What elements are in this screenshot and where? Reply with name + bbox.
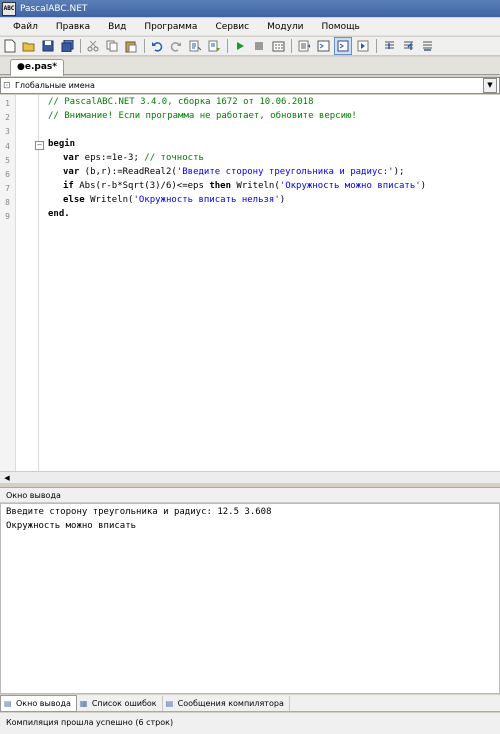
compile-icon[interactable] xyxy=(270,38,286,54)
menu-modules[interactable]: Модули xyxy=(258,22,312,32)
editor-tab-strip xyxy=(0,57,500,75)
window-title: PascalABC.NET xyxy=(20,3,88,14)
title-bar: ABC PascalABC.NET xyxy=(0,0,500,17)
replace-icon[interactable] xyxy=(206,38,222,54)
scroll-left-icon[interactable]: ◀ xyxy=(2,473,12,483)
scope-label: Глобальные имена xyxy=(15,81,95,90)
step-into-icon[interactable] xyxy=(381,38,397,54)
toolbar-separator xyxy=(80,39,81,53)
line-number: 3 xyxy=(5,127,10,136)
tab-e-pas[interactable]: ●e.pas* xyxy=(10,59,64,76)
code-line-9: end. xyxy=(48,209,70,219)
menu-view[interactable]: Вид xyxy=(99,22,135,32)
line-number-gutter xyxy=(0,95,16,471)
app-icon: ABC xyxy=(2,1,16,16)
line-number: 5 xyxy=(5,156,10,165)
code-line-4: begin xyxy=(48,139,76,149)
menu-help[interactable]: Помощь xyxy=(313,22,369,32)
terminal-icon[interactable] xyxy=(334,37,352,55)
line-number: 1 xyxy=(5,99,10,108)
output-line: Введите сторону треугольника и радиус: 1… xyxy=(6,507,272,517)
code-line-7: if Abs(r-b*Sqrt(3)/6)<=eps then Writeln(… xyxy=(63,181,427,191)
code-line-8: else Writeln('Окружность вписать нельзя'… xyxy=(63,195,286,205)
dropdown-arrow-icon[interactable]: ▼ xyxy=(483,78,497,93)
toolbar-separator xyxy=(376,39,377,53)
open-icon[interactable] xyxy=(21,38,37,54)
redo-icon[interactable] xyxy=(168,38,184,54)
output-icon: ▤ xyxy=(4,698,12,708)
line-number: 4 xyxy=(5,142,10,151)
tab-error-list[interactable]: ▦ Список ошибок xyxy=(77,695,163,711)
step-over-icon[interactable] xyxy=(419,38,435,54)
debug-icon[interactable] xyxy=(296,38,312,54)
output-panel[interactable]: Введите сторону треугольника и радиус: 1… xyxy=(0,503,500,694)
line-number: 9 xyxy=(5,212,10,221)
horizontal-scrollbar[interactable]: ◀ xyxy=(0,471,500,483)
toolbar-separator xyxy=(227,39,228,53)
tab-output[interactable]: ▤ Окно вывода xyxy=(0,694,77,712)
compiler-messages-icon: ▤ xyxy=(165,698,174,708)
toolbar-separator xyxy=(291,39,292,53)
stop-icon[interactable] xyxy=(251,38,267,54)
scope-icon: ⊡ xyxy=(3,80,11,91)
tab-error-list-label: Список ошибок xyxy=(91,698,157,708)
line-number: 8 xyxy=(5,198,10,207)
line-number: 7 xyxy=(5,184,10,193)
save-all-icon[interactable] xyxy=(59,38,75,54)
status-bar: Компиляция прошла успешно (6 строк) xyxy=(0,713,500,734)
save-icon[interactable] xyxy=(40,38,56,54)
output-panel-header: Окно вывода xyxy=(0,487,500,503)
cut-icon[interactable] xyxy=(85,38,101,54)
menu-bar: Файл Правка Вид Программа Сервис Модули … xyxy=(0,18,500,36)
tab-compiler-messages-label: Сообщения компилятора xyxy=(177,698,284,708)
code-editor[interactable] xyxy=(0,95,500,471)
menu-file[interactable]: Файл xyxy=(4,22,47,32)
menu-program[interactable]: Программа xyxy=(135,22,206,32)
code-line-2: // Внимание! Если программа не работает,… xyxy=(48,111,357,121)
output-line: Окружность можно вписать xyxy=(6,521,137,531)
copy-icon[interactable] xyxy=(104,38,120,54)
run-icon[interactable] xyxy=(232,38,248,54)
bottom-tab-bar: ▤ Окно вывода ▦ Список ошибок ▤ Сообщени… xyxy=(0,694,500,712)
step-icon[interactable] xyxy=(355,38,371,54)
scope-selector[interactable]: ⊡ Глобальные имена ▼ xyxy=(0,77,500,94)
undo-icon[interactable] xyxy=(149,38,165,54)
menu-edit[interactable]: Правка xyxy=(47,22,99,32)
tab-output-label: Окно вывода xyxy=(16,698,71,708)
line-number: 6 xyxy=(5,170,10,179)
paste-icon[interactable] xyxy=(123,38,139,54)
line-number: 2 xyxy=(5,113,10,122)
code-line-6: var (b,r):=ReadReal2('Введите сторону тр… xyxy=(63,167,405,177)
find-icon[interactable] xyxy=(187,38,203,54)
toolbar-separator xyxy=(144,39,145,53)
fold-margin xyxy=(38,95,39,471)
toolbar xyxy=(0,37,500,56)
code-line-1: // PascalABC.NET 3.4.0, сборка 1672 от 1… xyxy=(48,97,314,107)
step-out-icon[interactable] xyxy=(400,38,416,54)
new-file-icon[interactable] xyxy=(2,38,18,54)
code-line-5: var eps:=1e-3; // точность xyxy=(63,153,204,163)
tab-compiler-messages[interactable]: ▤ Сообщения компилятора xyxy=(163,695,290,711)
menu-service[interactable]: Сервис xyxy=(206,22,258,32)
fold-toggle-icon[interactable]: − xyxy=(35,141,44,150)
output-window-icon[interactable] xyxy=(315,38,331,54)
error-list-icon: ▦ xyxy=(79,698,88,708)
